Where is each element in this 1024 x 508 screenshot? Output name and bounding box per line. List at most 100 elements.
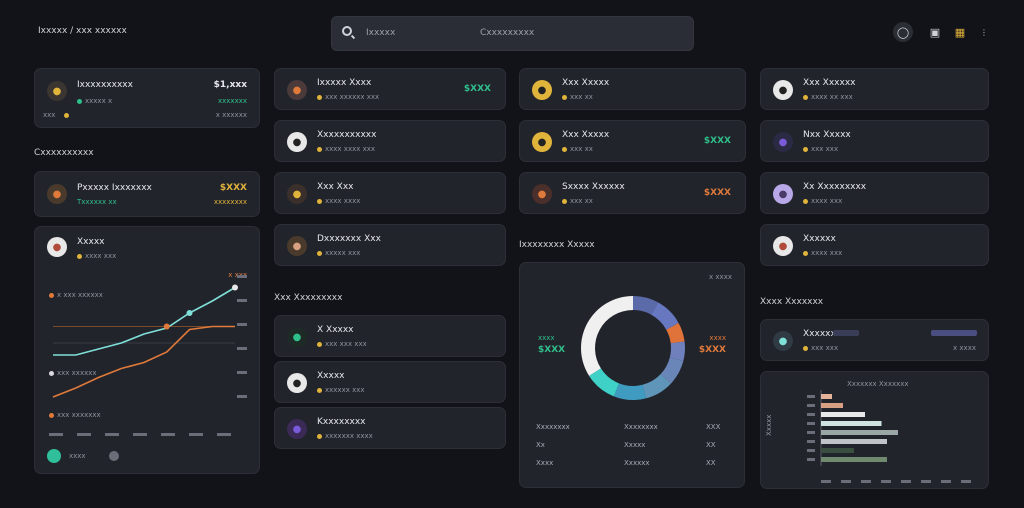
bar-label-mark <box>807 458 815 461</box>
donut-card[interactable]: x xxxx xxxx $XXX xxxx $XXX Xxxxxxxx Xxxxx… <box>519 262 745 488</box>
col3-item-sub: xxx xx <box>562 93 593 101</box>
col2-item-card[interactable]: ● Xxx Xxx xxxx xxxx <box>274 172 506 214</box>
col4-item-avatar: ● <box>773 80 793 100</box>
col4-item-card[interactable]: ● Xxx Xxxxxx xxxx xx xxx <box>760 68 989 110</box>
col4-section-title: Xxxx Xxxxxxx <box>760 297 824 307</box>
col2-item2-sub: xxxxxxx xxxx <box>317 432 373 440</box>
col2-item-card[interactable]: ● Ixxxxx Xxxx xxx xxxxxx xxx $XXX <box>274 68 506 110</box>
globe-icon[interactable]: ◯ <box>893 22 913 42</box>
col1-top-card[interactable]: ● Pxxxxx Ixxxxxxx $XXX Txxxxxx xx xxxxxx… <box>34 171 260 217</box>
col2-item2-avatar: ● <box>287 373 307 393</box>
balance-title: Ixxxxxxxxxx <box>77 80 133 90</box>
bar-g <box>821 448 854 453</box>
col1-top-value: $XXX <box>219 183 247 193</box>
more-icon[interactable]: ⋮ <box>974 22 994 42</box>
balance-foot-right: x xxxxxx <box>215 111 247 119</box>
col2-item-title: Dxxxxxxx Xxx <box>317 234 381 244</box>
donut-table-row: Xxxx Xxxxxx XX <box>536 459 730 477</box>
col2-item-sub: xxx xxxxxx xxx <box>317 93 379 101</box>
search-label: Ixxxxx <box>366 28 396 38</box>
line-series-0 <box>53 286 236 356</box>
bar-e <box>821 430 898 435</box>
col3-item-card[interactable]: ● Sxxxx Xxxxxx xxx xx $XXX <box>519 172 746 214</box>
x-tick-mark <box>105 433 119 436</box>
col2-item-avatar: ● <box>287 80 307 100</box>
col3-section-title: Ixxxxxxxx Xxxxx <box>519 240 595 250</box>
col4-item-card[interactable]: ● Xxxxxx xxxx xxx <box>760 224 989 266</box>
col2-item-card[interactable]: ● Xxxxxxxxxxx xxxx xxxx xxx <box>274 120 506 162</box>
col2-item-title: Xxxxxxxxxxx <box>317 130 377 140</box>
col1-top-sub-right: xxxxxxxx <box>213 198 247 206</box>
donut-corner: x xxxx <box>709 273 732 281</box>
wallet-row[interactable]: ● Xxxxxx xxx xxx x xxxx <box>760 319 989 361</box>
balance-card[interactable]: ● Ixxxxxxxxxx $1,xxx xxxxx x xxxxxxx xxx… <box>34 68 260 128</box>
col2-item-title: Xxx Xxx <box>317 182 354 192</box>
col4-item-title: Xxxxxx <box>803 234 836 244</box>
col1-chart-foot: xxxx <box>69 452 86 460</box>
col2-item2-card[interactable]: ● Kxxxxxxxx xxxxxxx xxxx <box>274 407 506 449</box>
y-tick-mark <box>237 299 247 302</box>
col2-item-card[interactable]: ● Dxxxxxxx Xxx xxxxx xxx <box>274 224 506 266</box>
col3-item-avatar: ● <box>532 184 552 204</box>
bar-f <box>821 439 887 444</box>
donut-table-cell: Xxxxxxxx <box>536 423 570 431</box>
col2-item2-avatar: ● <box>287 327 307 347</box>
bar-label-mark <box>807 449 815 452</box>
y-tick-mark <box>237 371 247 374</box>
donut-slice <box>669 341 685 361</box>
bar-label-mark <box>807 404 815 407</box>
wallet-row-bar <box>833 330 859 336</box>
col1-section-title: Cxxxxxxxxxx <box>34 148 94 158</box>
col2-item2-sub: xxx xxx xxx <box>317 340 367 348</box>
col4-item-sub: xxxx xxx <box>803 197 842 205</box>
donut-chart <box>581 296 685 400</box>
bar-chart-card[interactable]: Xxxxxxx Xxxxxxx Xxxxx <box>760 371 989 489</box>
col4-item-card[interactable]: ● Xx Xxxxxxxxx xxxx xxx <box>760 172 989 214</box>
x-tick-mark <box>189 433 203 436</box>
bar-x-tick <box>901 480 911 483</box>
grid-icon[interactable]: ▦ <box>950 22 970 42</box>
bar-label-mark <box>807 395 815 398</box>
col2-item-avatar: ● <box>287 184 307 204</box>
search-placeholder: Cxxxxxxxxx <box>480 28 535 38</box>
balance-sub-right: xxxxxxx <box>218 97 247 105</box>
col3-item-avatar: ● <box>532 132 552 152</box>
col2-item2-title: Kxxxxxxxx <box>317 417 366 427</box>
donut-slice <box>581 296 633 376</box>
y-tick-mark <box>237 275 247 278</box>
wallet-icon[interactable]: ▣ <box>925 22 945 42</box>
bar-label-mark <box>807 431 815 434</box>
search-icon-handle <box>350 34 356 40</box>
col1-chart-card[interactable]: ● Xxxxx xxxx xxx x x xx x xxx xxx xxx xxx … <box>34 226 260 474</box>
donut-table-cell: Xxxxx <box>624 441 646 449</box>
col2-item2-title: Xxxxx <box>317 371 345 381</box>
bar-c <box>821 412 865 417</box>
x-tick-mark <box>49 433 63 436</box>
donut-table-cell: XX <box>706 441 716 449</box>
col2-item2-title: X Xxxxx <box>317 325 354 335</box>
col3-item-card[interactable]: ● Xxx Xxxxx xxx xx $XXX <box>519 120 746 162</box>
line-chart <box>49 275 247 436</box>
col2-item2-card[interactable]: ● Xxxxx xxxxxx xxx <box>274 361 506 403</box>
col4-item-avatar: ● <box>773 184 793 204</box>
line-point <box>232 284 238 291</box>
col3-item-sub: xxx xx <box>562 145 593 153</box>
chart-foot-icon[interactable] <box>47 449 61 463</box>
bar-label-mark <box>807 413 815 416</box>
bar-x-tick <box>841 480 851 483</box>
col2-item2-avatar: ● <box>287 419 307 439</box>
col4-item-card[interactable]: ● Nxx Xxxxx xxx xxx <box>760 120 989 162</box>
donut-table-cell: Xxxxxx <box>624 459 650 467</box>
col1-top-sub: Txxxxxx xx <box>77 198 117 206</box>
col2-item-sub: xxxx xxxx xxx <box>317 145 375 153</box>
chart-foot-icon-2[interactable] <box>109 451 119 461</box>
donut-table: Xxxxxxxx Xxxxxxxx XXX Xx Xxxxx XX Xxxx Xxxxxx XX <box>536 423 730 477</box>
col3-item-card[interactable]: ● Xxx Xxxxx xxx xx <box>519 68 746 110</box>
col4-item-title: Xx Xxxxxxxxx <box>803 182 867 192</box>
wallet-row-right-bar <box>931 330 977 336</box>
search-bar[interactable]: Ixxxxx Cxxxxxxxxx <box>331 16 694 51</box>
col2-section-title: Xxx Xxxxxxxxx <box>274 293 343 303</box>
col2-item2-card[interactable]: ● X Xxxxx xxx xxx xxx <box>274 315 506 357</box>
bar-a <box>821 394 832 399</box>
bar-x-tick <box>961 480 971 483</box>
